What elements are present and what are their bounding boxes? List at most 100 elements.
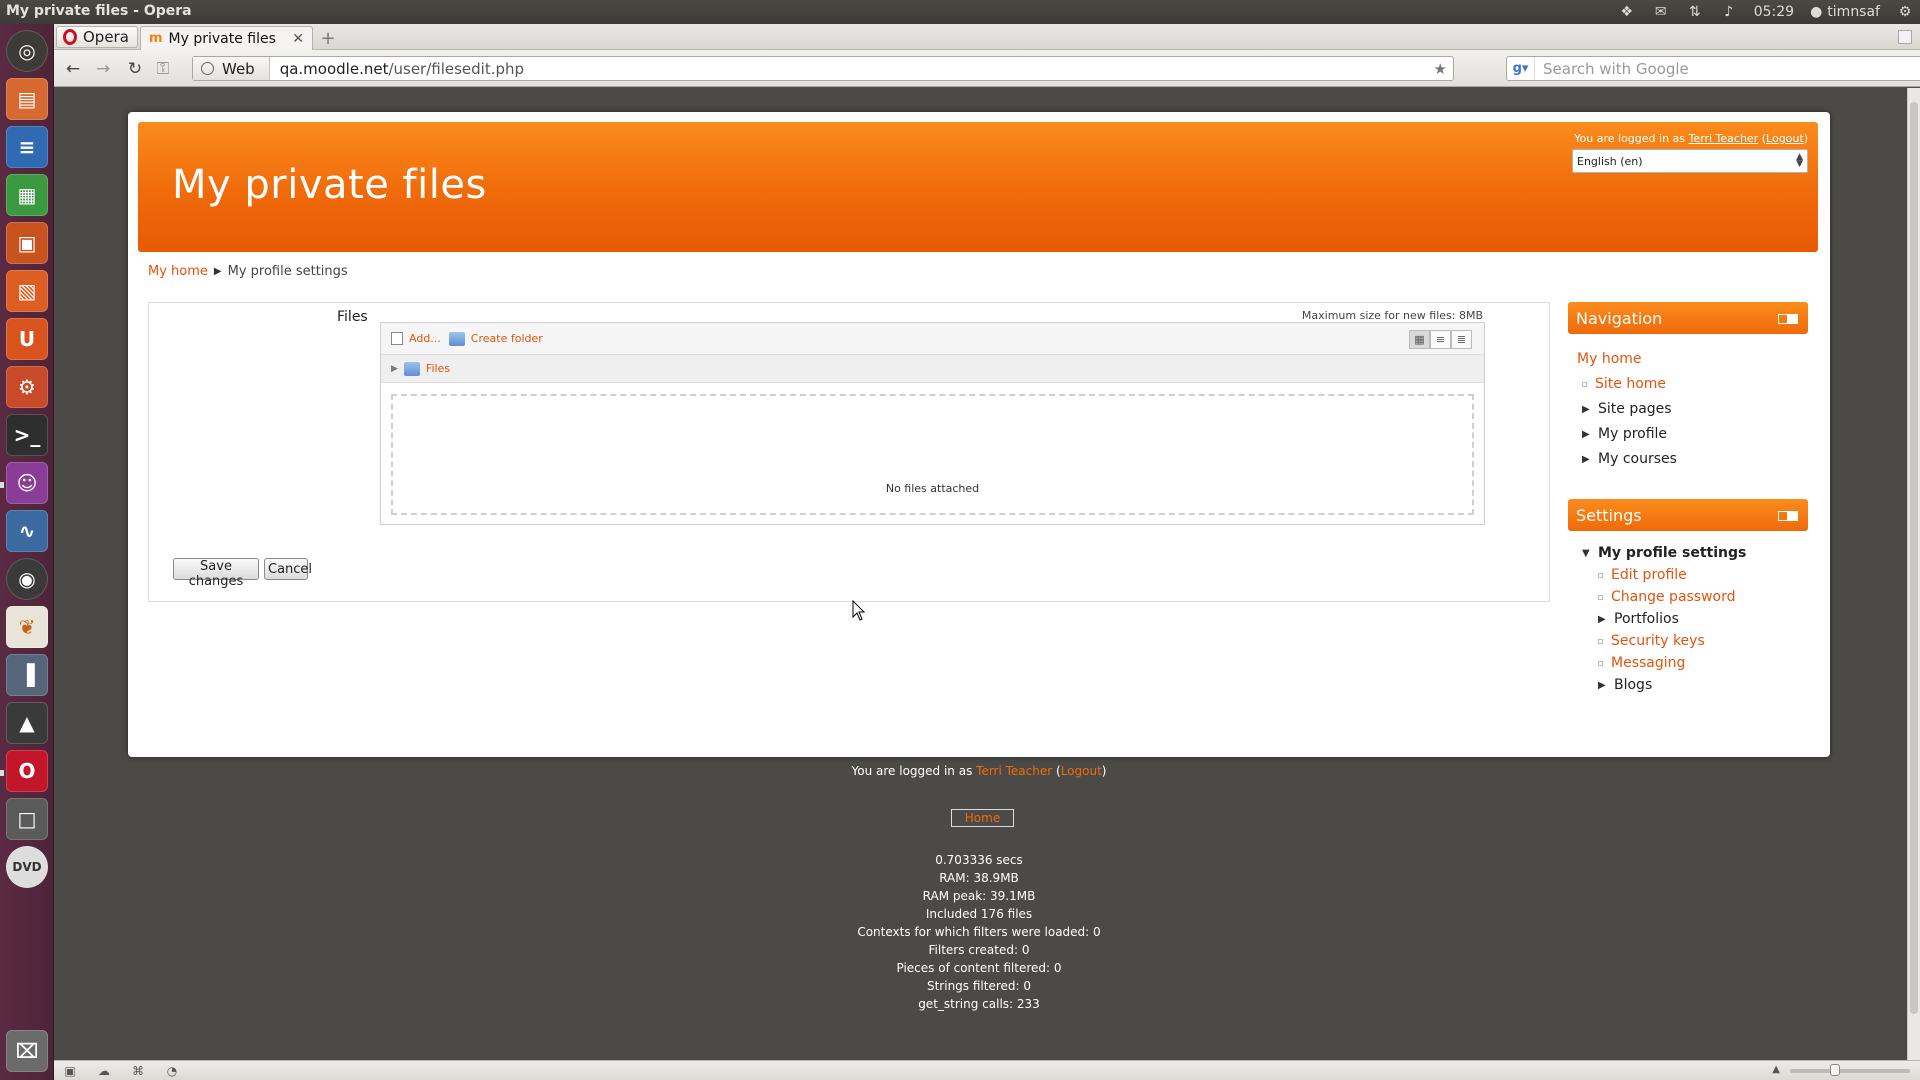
file-manager: Add... Create folder ▦ ≡ ≣ ▶ Files No fi…: [380, 322, 1485, 525]
back-icon[interactable]: ←: [62, 58, 84, 80]
footer-logout-link[interactable]: Logout: [1061, 764, 1102, 778]
search-box[interactable]: g▾ Search with Google ⌕: [1506, 56, 1920, 81]
butterfly-icon[interactable]: ❦: [6, 606, 48, 648]
volume-icon[interactable]: ♪: [1720, 4, 1738, 20]
breadcrumb: My home ▶ My profile settings: [148, 264, 348, 279]
nav-item-my-profile[interactable]: ▶ My profile: [1582, 426, 1667, 442]
address-bar[interactable]: Web qa.moodle.net/user/filesedit.php ★: [192, 56, 1454, 81]
create-folder-button[interactable]: Create folder: [448, 331, 543, 346]
pidgin-icon[interactable]: ☺: [6, 462, 48, 504]
network-icon[interactable]: ⇅: [1686, 4, 1704, 20]
ubuntu-dash-icon[interactable]: ◎: [6, 30, 48, 72]
settings-item-security-keys[interactable]: Security keys: [1598, 633, 1705, 649]
mail-icon[interactable]: ✉: [1652, 4, 1670, 20]
tab-bar: Opera m My private files ✕ +: [54, 24, 1920, 50]
new-tab-icon[interactable]: +: [318, 28, 338, 49]
language-select[interactable]: English (en) ▲ ▼: [1572, 149, 1808, 173]
close-icon[interactable]: ✕: [292, 31, 304, 47]
calc-icon[interactable]: ▦: [6, 174, 48, 216]
system-monitor-icon[interactable]: ∿: [6, 510, 48, 552]
user-link[interactable]: Terri Teacher: [1689, 132, 1759, 145]
user-menu[interactable]: ● timnsaf: [1810, 4, 1880, 20]
vertical-scrollbar[interactable]: [1907, 88, 1920, 1060]
breadcrumb-my-home[interactable]: My home: [148, 264, 208, 279]
opera-menu-button[interactable]: Opera: [56, 26, 138, 48]
files-label: Files: [337, 309, 368, 325]
share-icon[interactable]: ⌘: [130, 1064, 146, 1078]
breadcrumb-separator-icon: ▶: [213, 266, 222, 277]
navigation-block-header: Navigation: [1568, 302, 1808, 334]
gear-icon[interactable]: ⚙: [1896, 4, 1914, 20]
tree-view-icon[interactable]: ≣: [1451, 330, 1472, 349]
writer-icon[interactable]: ≡: [6, 126, 48, 168]
terminal-icon[interactable]: >_: [6, 414, 48, 456]
running-indicator: [0, 482, 4, 488]
dock-block-icon[interactable]: [1778, 511, 1798, 521]
add-file-button[interactable]: Add...: [391, 332, 441, 345]
settings-root-my-profile-settings[interactable]: ▼ My profile settings: [1582, 545, 1746, 561]
zoom-arrow-icon[interactable]: ▲: [1772, 1064, 1780, 1075]
settings-item-portfolios[interactable]: ▶ Portfolios: [1598, 611, 1679, 627]
workspace-icon[interactable]: □: [6, 798, 48, 840]
zoom-slider[interactable]: [1790, 1064, 1910, 1076]
speed-dial-icon[interactable]: ◔: [164, 1064, 180, 1078]
user-name: timnsaf: [1827, 4, 1880, 20]
top-panel: My private files - Opera ❖ ✉ ⇅ ♪ 05:29 ●…: [0, 0, 1920, 24]
list-view-icon[interactable]: ≡: [1430, 330, 1451, 349]
login-info: You are logged in as Terri Teacher (Logo…: [1574, 132, 1808, 145]
perf-line: RAM peak: 39.1MB: [922, 889, 1036, 903]
settings-item-blogs[interactable]: ▶ Blogs: [1598, 677, 1652, 693]
footer-home-link[interactable]: Home: [951, 809, 1014, 827]
security-badge[interactable]: Web: [193, 57, 270, 80]
perf-line: Contexts for which filters were loaded: …: [857, 925, 1101, 939]
nav-item-my-courses[interactable]: ▶ My courses: [1582, 451, 1677, 467]
icon-view-icon[interactable]: ▦: [1409, 330, 1430, 349]
clock[interactable]: 05:29: [1754, 4, 1794, 20]
settings-icon[interactable]: ⚙: [6, 366, 48, 408]
url-text[interactable]: qa.moodle.net/user/filesedit.php: [270, 60, 524, 78]
tab-my-private-files[interactable]: m My private files ✕: [140, 26, 313, 50]
reload-icon[interactable]: ↻: [124, 58, 146, 80]
software-center-icon[interactable]: ▧: [6, 270, 48, 312]
bookmark-star-icon[interactable]: ★: [1434, 60, 1447, 78]
nav-item-site-home[interactable]: Site home: [1582, 376, 1666, 392]
dropbox-icon[interactable]: ❖: [1618, 4, 1636, 20]
ubuntu-one-icon[interactable]: U: [6, 318, 48, 360]
books-icon[interactable]: ▐: [6, 654, 48, 696]
empty-files-message: No files attached: [885, 482, 980, 495]
path-folder-link[interactable]: Files: [426, 362, 450, 375]
file-drop-area[interactable]: No files attached: [391, 394, 1474, 515]
footer-user-link[interactable]: Terri Teacher: [976, 764, 1052, 778]
opera-logo-icon: [63, 29, 77, 45]
settings-item-edit-profile[interactable]: Edit profile: [1598, 567, 1687, 583]
opera-icon[interactable]: O: [6, 750, 48, 792]
expand-arrow-icon: ▶: [1582, 453, 1590, 465]
trash-icon[interactable]: ⌧: [6, 1030, 48, 1072]
cloud-icon[interactable]: ☁: [96, 1064, 112, 1078]
scrollbar-thumb[interactable]: [1910, 102, 1918, 1014]
chrome-icon[interactable]: ◉: [6, 558, 48, 600]
files-form: Files Maximum size for new files: 8MB Ad…: [148, 302, 1550, 602]
forward-icon[interactable]: →: [92, 58, 114, 80]
view-toggles: ▦ ≡ ≣: [1409, 330, 1472, 349]
logout-link[interactable]: Logout: [1766, 132, 1804, 145]
files-icon[interactable]: ▤: [6, 78, 48, 120]
inkscape-icon[interactable]: ▲: [6, 702, 48, 744]
expand-arrow-icon[interactable]: ▶: [391, 364, 398, 374]
save-changes-button[interactable]: Save changes: [173, 558, 259, 589]
nav-item-my-home[interactable]: My home: [1577, 351, 1642, 367]
nav-item-site-pages[interactable]: ▶ Site pages: [1582, 401, 1672, 417]
dock-block-icon[interactable]: [1778, 314, 1798, 324]
window-title: My private files - Opera: [6, 3, 192, 19]
google-icon[interactable]: g▾: [1507, 57, 1535, 80]
zoom-slider-knob[interactable]: [1830, 1064, 1840, 1076]
dvd-icon[interactable]: DVD: [6, 846, 48, 888]
impress-icon[interactable]: ▣: [6, 222, 48, 264]
key-icon[interactable]: ⚿: [152, 58, 174, 80]
settings-item-messaging[interactable]: Messaging: [1598, 655, 1685, 671]
perf-line: Strings filtered: 0: [926, 979, 1032, 993]
panel-toggle-icon[interactable]: ▣: [62, 1064, 78, 1078]
tab-menu-icon[interactable]: [1898, 30, 1912, 44]
settings-item-change-password[interactable]: Change password: [1598, 589, 1736, 605]
cancel-button[interactable]: Cancel: [264, 558, 312, 580]
